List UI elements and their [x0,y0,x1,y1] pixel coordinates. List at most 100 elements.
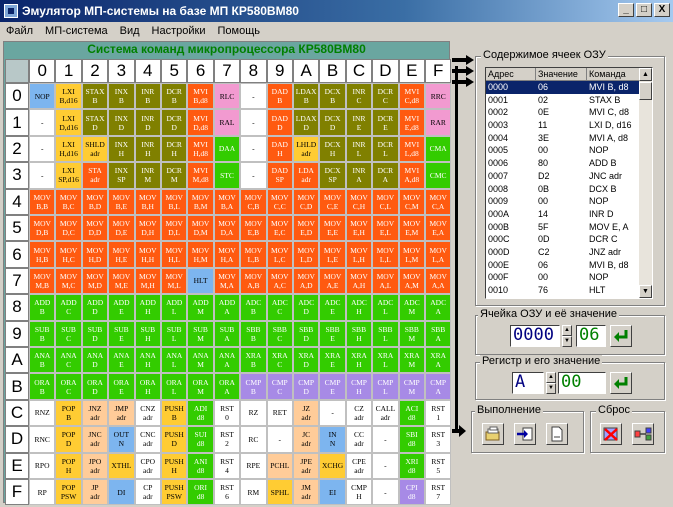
opcode-cell[interactable]: INX SP [108,162,135,189]
opcode-cell[interactable]: INR A [345,162,373,189]
opcode-cell[interactable]: LXI B,d16 [55,83,82,110]
opcode-cell[interactable]: ADD E [108,294,135,321]
opcode-cell[interactable]: JNZ adr [81,399,109,427]
opcode-cell[interactable]: CPE adr [345,452,373,479]
opcode-cell[interactable]: RP [29,479,56,506]
opcode-cell[interactable]: - [372,452,399,479]
opcode-cell[interactable]: MVI L,d8 [398,135,425,163]
opcode-cell[interactable]: MOV A,A [425,267,452,295]
opcode-cell[interactable]: DCR A [372,162,399,189]
opcode-cell[interactable]: MOV A,L [372,267,399,295]
menu-settings[interactable]: Настройки [146,25,212,37]
opcode-cell[interactable]: XRA M [398,347,425,374]
opcode-cell[interactable]: SUB B [29,320,56,347]
opcode-cell[interactable]: ORA H [134,373,161,400]
opcode-cell[interactable]: MVI B,d8 [187,83,214,110]
opcode-cell[interactable]: SHLD adr [81,135,109,163]
opcode-cell[interactable]: MOV A,D [293,267,320,295]
opcode-cell[interactable]: XRA H [345,347,373,374]
opcode-cell[interactable]: INR L [345,135,373,163]
spin-up-icon[interactable]: ▲ [546,372,556,383]
opcode-cell[interactable]: MVI E,d8 [398,109,425,136]
opcode-cell[interactable]: MVI M,d8 [187,162,214,189]
cell-address-input[interactable]: 0000 [510,325,560,347]
opcode-cell[interactable]: CMP M [398,373,425,400]
opcode-cell[interactable]: MOV E,C [266,215,293,242]
opcode-cell[interactable]: SUB E [108,320,135,347]
opcode-cell[interactable]: STC [213,162,241,189]
opcode-cell[interactable]: ADD A [213,294,241,321]
opcode-cell[interactable]: ORA A [213,373,241,400]
opcode-cell[interactable]: MOV C,C [266,188,293,215]
opcode-cell[interactable]: ANA C [55,347,82,374]
spin-up-icon[interactable]: ▲ [562,325,572,336]
memory-row[interactable]: 0009 00 NOP [486,195,652,208]
opcode-cell[interactable]: ANA A [213,347,241,374]
opcode-cell[interactable]: SBB L [372,320,399,347]
opcode-cell[interactable]: SBB M [398,320,425,347]
opcode-cell[interactable]: SBB E [319,320,346,347]
opcode-cell[interactable]: MOV A,E [319,267,346,295]
menu-mp-system[interactable]: МП-система [39,25,114,37]
opcode-cell[interactable]: MVI A,d8 [398,162,425,189]
menu-help[interactable]: Помощь [211,25,266,37]
memory-row[interactable]: 000E 06 MVI B, d8 [486,259,652,272]
opcode-cell[interactable]: IN N [319,426,346,453]
opcode-cell[interactable]: - [240,162,267,189]
memory-row[interactable]: 000C 0D DCR C [486,233,652,246]
opcode-cell[interactable]: JC adr [293,426,320,453]
opcode-cell[interactable]: MOV H,H [134,241,161,268]
opcode-cell[interactable]: INR D [134,109,161,136]
opcode-cell[interactable]: XRI d8 [398,452,425,479]
opcode-cell[interactable]: JPO adr [81,452,109,479]
opcode-cell[interactable]: OUT N [108,426,135,453]
opcode-cell[interactable]: RPE [240,452,267,479]
opcode-cell[interactable]: DCR B [161,83,188,110]
opcode-cell[interactable]: CNZ adr [134,399,161,427]
opcode-cell[interactable]: CPO adr [134,452,161,479]
memory-row[interactable]: 0000 06 MVI B, d8 [486,81,652,94]
opcode-cell[interactable]: SBB H [345,320,373,347]
opcode-cell[interactable]: ADC M [398,294,425,321]
opcode-cell[interactable]: ADD D [81,294,109,321]
opcode-cell[interactable]: RRC [425,83,452,110]
opcode-cell[interactable]: CMC [425,162,452,189]
opcode-cell[interactable]: - [29,109,56,136]
opcode-cell[interactable]: ORA L [161,373,188,400]
step-button[interactable] [514,423,536,445]
opcode-cell[interactable]: ORA E [108,373,135,400]
opcode-cell[interactable]: LHLD adr [293,135,320,163]
opcode-cell[interactable]: POP H [55,452,82,479]
opcode-cell[interactable]: SBI d8 [398,426,425,453]
opcode-cell[interactable]: CMP H [345,373,373,400]
maximize-button[interactable]: □ [636,3,652,17]
opcode-cell[interactable]: MOV E,D [293,215,320,242]
scroll-up-icon[interactable]: ▲ [639,68,652,81]
opcode-cell[interactable]: ADC E [319,294,346,321]
opcode-cell[interactable]: SUB D [81,320,109,347]
opcode-cell[interactable]: XRA E [319,347,346,374]
opcode-cell[interactable]: MOV L,B [240,241,267,268]
memory-row[interactable]: 0007 D2 JNC adr [486,170,652,183]
opcode-cell[interactable]: MOV L,L [372,241,399,268]
opcode-cell[interactable]: SBB B [240,320,267,347]
opcode-cell[interactable]: ANA E [108,347,135,374]
opcode-cell[interactable]: CMP A [425,373,452,400]
opcode-cell[interactable]: INX D [108,109,135,136]
opcode-cell[interactable]: LDAX B [293,83,320,110]
opcode-cell[interactable]: ADI d8 [187,399,214,427]
opcode-cell[interactable]: MOV M,A [213,267,241,295]
opcode-cell[interactable]: MOV M,D [81,267,109,295]
opcode-cell[interactable]: ORA C [55,373,82,400]
opcode-cell[interactable]: - [240,135,267,163]
opcode-cell[interactable]: RNZ [29,399,56,427]
opcode-cell[interactable]: LDAX D [293,109,320,136]
opcode-cell[interactable]: STA adr [81,162,109,189]
register-select[interactable]: A [512,372,544,394]
opcode-cell[interactable]: XTHL [108,452,135,479]
opcode-cell[interactable]: MOV E,H [345,215,373,242]
opcode-cell[interactable]: MOV E,A [425,215,452,242]
opcode-cell[interactable]: SUB M [187,320,214,347]
opcode-cell[interactable]: MOV L,M [398,241,425,268]
opcode-cell[interactable]: CMP B [240,373,267,400]
